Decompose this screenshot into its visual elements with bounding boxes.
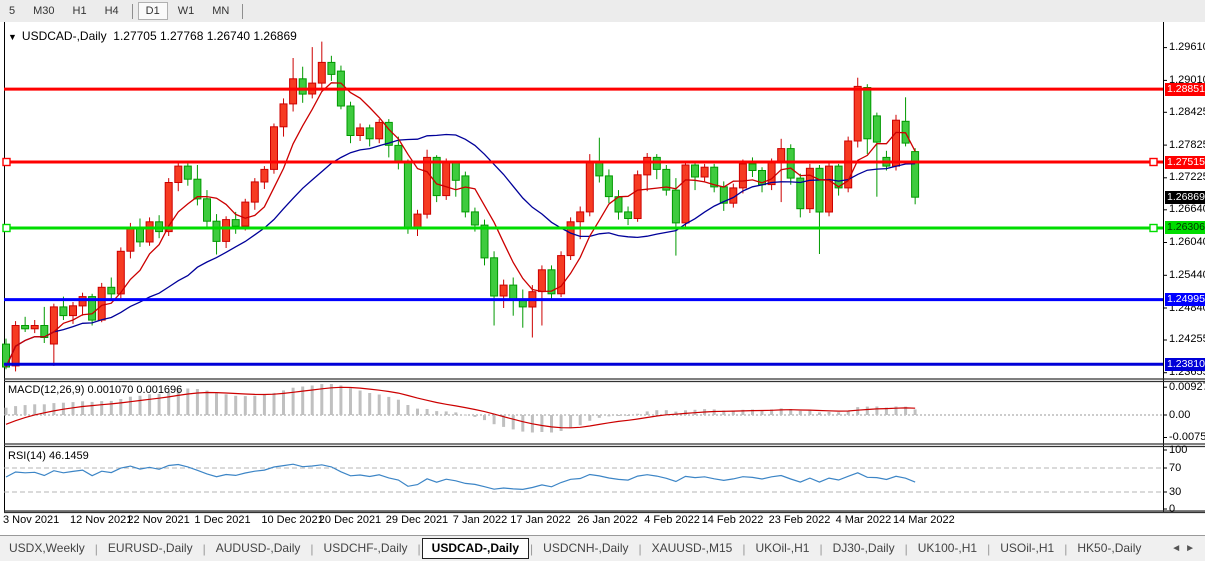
- date-axis-label: 20 Dec 2021: [319, 514, 381, 526]
- tab-audusd-daily[interactable]: AUDUSD-,Daily: [207, 538, 310, 559]
- macd-axis-label-0.009278: 0.009278: [1169, 381, 1205, 393]
- date-axis-label: 14 Mar 2022: [893, 514, 955, 526]
- tab-hk50-daily[interactable]: HK50-,Daily: [1068, 538, 1150, 559]
- price-axis-label-1.27225: 1.27225: [1169, 171, 1205, 183]
- date-axis-label: 7 Jan 2022: [453, 514, 507, 526]
- rsi-axis-label-70: 70: [1169, 462, 1181, 474]
- price-axis-label-1.29610: 1.29610: [1169, 41, 1205, 53]
- level-price-label-1.23810: 1.23810: [1165, 358, 1205, 371]
- tab-usdcad-daily[interactable]: USDCAD-,Daily: [422, 538, 529, 559]
- tab-scroll-arrows[interactable]: ◄►: [1171, 543, 1205, 554]
- date-axis-label: 26 Jan 2022: [577, 514, 638, 526]
- price-axis-label-1.25440: 1.25440: [1169, 269, 1205, 281]
- hline-handle-1.26306[interactable]: [1150, 225, 1157, 232]
- tab-usoil-h1[interactable]: USOil-,H1: [991, 538, 1063, 559]
- chart-symbol-label: USDCAD-,Daily: [22, 29, 107, 43]
- tab-uk100-h1[interactable]: UK100-,H1: [909, 538, 986, 559]
- price-axis-label-1.27825: 1.27825: [1169, 139, 1205, 151]
- rsi-axis-label-30: 30: [1169, 486, 1181, 498]
- price-axis-label-1.28425: 1.28425: [1169, 106, 1205, 118]
- date-axis-label: 12 Nov 2021: [70, 514, 132, 526]
- date-axis-label: 14 Feb 2022: [702, 514, 764, 526]
- chart-canvas: [0, 0, 1205, 561]
- hline-handle-1.27515[interactable]: [3, 159, 10, 166]
- rsi-axis-label-100: 100: [1169, 444, 1187, 456]
- level-price-label-1.28851: 1.28851: [1165, 83, 1205, 96]
- chart-title: ▼ USDCAD-,Daily 1.27705 1.27768 1.26740 1…: [8, 29, 297, 43]
- date-axis-label: 1 Dec 2021: [194, 514, 250, 526]
- chart-ohlc-values: 1.27705 1.27768 1.26740 1.26869: [113, 29, 297, 43]
- tab-ukoil-h1[interactable]: UKOil-,H1: [746, 538, 818, 559]
- price-axis-label-1.24255: 1.24255: [1169, 333, 1205, 345]
- rsi-axis-label-0: 0: [1169, 503, 1175, 515]
- tab-usdchf-daily[interactable]: USDCHF-,Daily: [315, 538, 417, 559]
- tab-dj30-daily[interactable]: DJ30-,Daily: [824, 538, 904, 559]
- tab-xauusd-m15[interactable]: XAUUSD-,M15: [643, 538, 742, 559]
- tab-eurusd-daily[interactable]: EURUSD-,Daily: [99, 538, 202, 559]
- tab-scroll-left-icon[interactable]: ◄: [1171, 543, 1185, 554]
- rsi-indicator-header: RSI(14) 46.1459: [8, 450, 89, 462]
- date-axis-label: 23 Feb 2022: [769, 514, 831, 526]
- date-axis-label: 17 Jan 2022: [510, 514, 571, 526]
- date-axis-label: 29 Dec 2021: [386, 514, 448, 526]
- hline-handle-1.26306[interactable]: [3, 225, 10, 232]
- ma-fast-line: [6, 83, 915, 367]
- candlestick-series: [3, 42, 919, 372]
- date-axis-label: 4 Feb 2022: [644, 514, 700, 526]
- date-axis-label: 10 Dec 2021: [261, 514, 323, 526]
- tab-usdx-weekly[interactable]: USDX,Weekly: [0, 538, 94, 559]
- current-price-label: 1.26869: [1165, 191, 1205, 204]
- level-price-label-1.27515: 1.27515: [1165, 156, 1205, 169]
- chart-tab-bar: USDX,Weekly|EURUSD-,Daily|AUDUSD-,Daily|…: [0, 535, 1205, 561]
- level-price-label-1.26306: 1.26306: [1165, 221, 1205, 234]
- price-axis-label-1.26040: 1.26040: [1169, 236, 1205, 248]
- date-axis-label: 22 Nov 2021: [127, 514, 189, 526]
- macd-axis-label-0.00: 0.00: [1169, 409, 1190, 421]
- macd-indicator-header: MACD(12,26,9) 0.001070 0.001696: [8, 384, 182, 396]
- date-axis-label: 4 Mar 2022: [836, 514, 892, 526]
- date-axis-label: 3 Nov 2021: [3, 514, 59, 526]
- tab-usdcnh-daily[interactable]: USDCNH-,Daily: [534, 538, 637, 559]
- hline-handle-1.27515[interactable]: [1150, 159, 1157, 166]
- symbol-dropdown-icon[interactable]: ▼: [8, 32, 17, 42]
- price-axis-label-1.26640: 1.26640: [1169, 203, 1205, 215]
- macd-axis-label--0.00750: -0.00750: [1169, 431, 1205, 443]
- level-price-label-1.24995: 1.24995: [1165, 293, 1205, 306]
- tab-scroll-right-icon[interactable]: ►: [1185, 543, 1199, 554]
- mt4-window: { "toolbar": { "timeframes": [ {"label":…: [0, 0, 1205, 561]
- ma-slow-line: [6, 135, 915, 368]
